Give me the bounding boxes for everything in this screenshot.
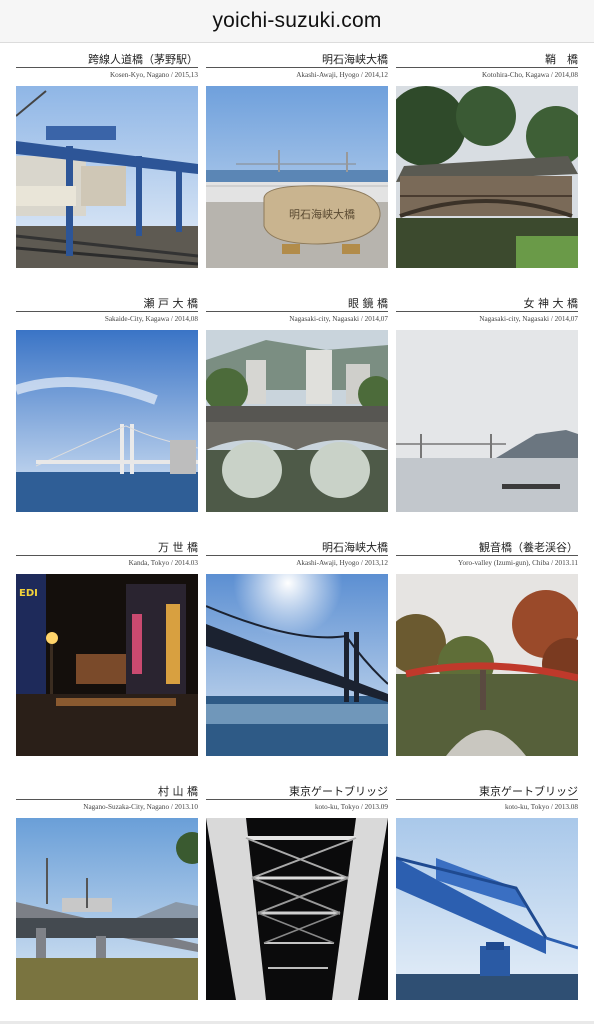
svg-text:EDI: EDI [19, 588, 38, 599]
card-title: 眼 鏡 橋 [206, 296, 388, 312]
card-meta: Kosen-Kyo, Nagano / 2015,13 [109, 71, 198, 79]
card-title: 東京ゲートブリッジ [206, 784, 388, 800]
truss-interior-night-photo[interactable] [206, 818, 388, 1000]
red-bridge-autumn-photo[interactable] [396, 574, 578, 756]
gallery-card[interactable]: 眼 鏡 橋 Nagasaki-city, Nagasaki / 2014,07 [206, 296, 388, 540]
seto-bridge-photo[interactable] [16, 330, 198, 512]
card-meta: Kanda, Tokyo / 2014.03 [128, 559, 198, 567]
card-meta: Yoro-valley (Izumi-gun), Chiba / 2013.11 [458, 559, 578, 567]
gallery-card[interactable]: 女 神 大 橋 Nagasaki-city, Nagasaki / 2014,0… [396, 296, 578, 540]
blue-truss-bridge-photo[interactable] [396, 818, 578, 1000]
card-meta: Nagasaki-city, Nagasaki / 2014,07 [289, 315, 388, 323]
gallery-card[interactable]: 村 山 橋 Nagano-Suzaka-City, Nagano / 2013.… [16, 784, 198, 1028]
site-title[interactable]: yoichi-suzuki.com [212, 9, 381, 33]
night-street-photo[interactable]: EDI [16, 574, 198, 756]
card-title: 明石海峡大橋 [206, 540, 388, 556]
card-title: 東京ゲートブリッジ [396, 784, 578, 800]
card-meta: Kotohira-Cho, Kagawa / 2014,08 [481, 71, 578, 79]
gallery-card[interactable]: 瀬 戸 大 橋 Sakaide-City, Kagawa / 2014,08 [16, 296, 198, 540]
card-title: 村 山 橋 [16, 784, 198, 800]
bridge-gallery: 跨線人道橋（茅野駅） Kosen-Kyo, Nagano / 2015,13 明… [16, 52, 578, 1028]
card-title: 観音橋（養老渓谷） [396, 540, 578, 556]
gallery-card[interactable]: 鞘 橋 Kotohira-Cho, Kagawa / 2014,08 [396, 52, 578, 296]
svg-text:明石海峡大橋: 明石海峡大橋 [289, 207, 355, 221]
railway-bridge-photo[interactable] [16, 818, 198, 1000]
card-meta: koto-ku, Tokyo / 2013.09 [314, 803, 388, 811]
card-meta: Akashi-Awaji, Hyogo / 2014,12 [296, 71, 388, 79]
card-title: 瀬 戸 大 橋 [16, 296, 198, 312]
card-meta: Sakaide-City, Kagawa / 2014,08 [104, 315, 198, 323]
harbor-bridge-photo[interactable] [396, 330, 578, 512]
gallery-card[interactable]: 観音橋（養老渓谷） Yoro-valley (Izumi-gun), Chiba… [396, 540, 578, 784]
card-title: 明石海峡大橋 [206, 52, 388, 68]
card-title: 鞘 橋 [396, 52, 578, 68]
card-title: 女 神 大 橋 [396, 296, 578, 312]
stone-monument-bridge-photo[interactable]: 明石海峡大橋 [206, 86, 388, 268]
pedestrian-overpass-photo[interactable] [16, 86, 198, 268]
gallery-card[interactable]: 明石海峡大橋 Akashi-Awaji, Hyogo / 2013,12 [206, 540, 388, 784]
gallery-card[interactable]: 東京ゲートブリッジ koto-ku, Tokyo / 2013.08 [396, 784, 578, 1028]
card-title: 跨線人道橋（茅野駅） [16, 52, 198, 68]
site-header: yoichi-suzuki.com [0, 0, 594, 43]
covered-bridge-photo[interactable] [396, 86, 578, 268]
suspension-bridge-backlit-photo[interactable] [206, 574, 388, 756]
card-meta: Nagano-Suzaka-City, Nagano / 2013.10 [83, 803, 198, 811]
gallery-card[interactable]: 跨線人道橋（茅野駅） Kosen-Kyo, Nagano / 2015,13 [16, 52, 198, 296]
stone-arch-bridge-photo[interactable] [206, 330, 388, 512]
card-meta: koto-ku, Tokyo / 2013.08 [504, 803, 578, 811]
card-meta: Akashi-Awaji, Hyogo / 2013,12 [296, 559, 388, 567]
card-title: 万 世 橋 [16, 540, 198, 556]
gallery-card[interactable]: 万 世 橋 Kanda, Tokyo / 2014.03 EDI [16, 540, 198, 784]
gallery-card[interactable]: 東京ゲートブリッジ koto-ku, Tokyo / 2013.09 [206, 784, 388, 1028]
gallery-card[interactable]: 明石海峡大橋 Akashi-Awaji, Hyogo / 2014,12 明石海… [206, 52, 388, 296]
card-meta: Nagasaki-city, Nagasaki / 2014,07 [479, 315, 578, 323]
